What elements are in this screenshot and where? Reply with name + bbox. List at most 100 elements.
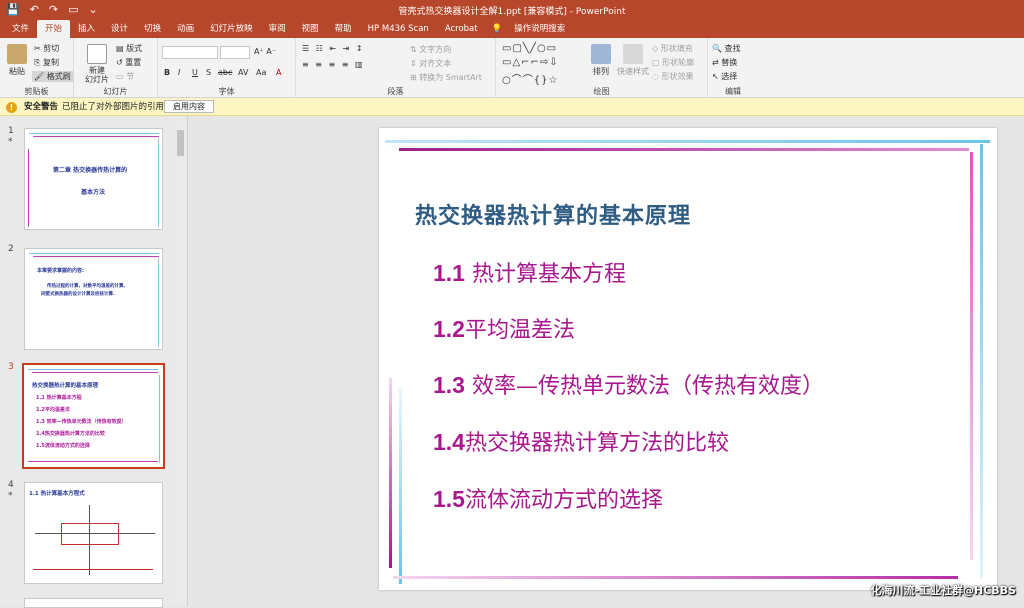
thumb-2-body: 传热过程的计算，对数平均温差的计算,: [47, 284, 126, 289]
underline-button[interactable]: U: [192, 68, 198, 77]
select-button[interactable]: ↖ 选择: [712, 71, 737, 82]
paste-button[interactable]: 粘贴: [4, 44, 30, 77]
decor-line-left-blue: [399, 388, 402, 584]
enable-content-button[interactable]: 启用内容: [164, 100, 214, 113]
group-label-editing: 编辑: [725, 87, 741, 96]
ribbon-tabs: 文件 开始 插入 设计 切换 动画 幻灯片放映 审阅 视图 帮助 HP M436…: [0, 20, 1024, 38]
text-direction-button[interactable]: ⇅ 文字方向: [410, 44, 451, 55]
shape-fill-button[interactable]: ◇ 形状填充: [652, 43, 693, 54]
tab-slideshow[interactable]: 幻灯片放映: [202, 20, 261, 38]
shapes-gallery[interactable]: ▭▢╲╱○▭: [502, 43, 557, 54]
group-label-slides: 幻灯片: [103, 87, 128, 96]
smartart-button[interactable]: ⊞ 转换为 SmartArt: [410, 72, 482, 83]
slide-thumbnail-3-selected[interactable]: 热交换器热计算的基本原理 1.1 热计算基本方程 1.2平均温差法 1.3 效率…: [22, 363, 165, 469]
find-button[interactable]: 🔍 查找: [712, 43, 741, 54]
tab-home[interactable]: 开始: [37, 20, 71, 38]
change-case-button[interactable]: Aa: [256, 68, 266, 77]
paste-icon: [7, 44, 27, 64]
slide-canvas[interactable]: 热交换器热计算的基本原理 1.1 热计算基本方程 1.2平均温差法 1.3 效率…: [379, 128, 997, 590]
reset-button[interactable]: ↺ 重置: [116, 57, 141, 68]
quick-styles-icon: [623, 44, 643, 64]
thumb-3-item-5: 1.5流体流动方式的选择: [36, 443, 90, 449]
thumb-3-item-2: 1.2平均温差法: [36, 407, 70, 413]
slide-thumbnail-1[interactable]: 第二章 热交换器传热计算的 基本方法: [24, 128, 163, 230]
scrollbar-thumb[interactable]: [177, 130, 184, 156]
tab-animations[interactable]: 动画: [169, 20, 202, 38]
tab-file[interactable]: 文件: [4, 20, 37, 38]
thumb-star-1: *: [8, 137, 13, 147]
slide-title: 热交换器热计算的基本原理: [415, 203, 692, 229]
bullets-icon[interactable]: ☰ ☷ ⇤ ⇥ ↕: [302, 44, 365, 53]
char-spacing-button[interactable]: AV: [238, 68, 248, 77]
tab-insert[interactable]: 插入: [70, 20, 103, 38]
thumb-3-item-3: 1.3 效率—传热单元数法（传热有效度）: [36, 419, 127, 425]
lightbulb-icon: 💡: [491, 24, 503, 34]
shapes-gallery-row3[interactable]: ○⌒⌒{}☆: [502, 71, 558, 86]
security-title: 安全警告: [24, 102, 59, 112]
group-drawing: ▭▢╲╱○▭ ▭△⌐⌐⇨⇩ ○⌒⌒{}☆ 排列 快速样式 ◇ 形状填充 ▢ 形状…: [496, 38, 708, 98]
tab-view[interactable]: 视图: [294, 20, 327, 38]
tab-review[interactable]: 审阅: [261, 20, 294, 38]
font-size-select[interactable]: [220, 46, 250, 59]
arrange-icon: [591, 44, 611, 64]
thumb-4-title: 1.1 热计算基本方程式: [29, 491, 85, 497]
strikethrough-button[interactable]: abc: [218, 68, 232, 77]
align-icons[interactable]: ≡ ≡ ≡ ≡ ▥: [302, 60, 365, 69]
group-label-drawing: 绘图: [593, 87, 610, 96]
decor-line-right-pink: [970, 152, 973, 560]
slide-thumbnail-2[interactable]: 本章要求掌握的内容: 传热过程的计算，对数平均温差的计算, 间壁式换热器的设计计…: [24, 248, 163, 350]
group-slides: 新建 幻灯片 ▤ 版式 ↺ 重置 ▭ 节 幻灯片: [74, 38, 158, 98]
replace-button[interactable]: ⇄ 替换: [712, 57, 737, 68]
slide-thumbnail-5[interactable]: [24, 598, 163, 608]
tab-acrobat[interactable]: Acrobat: [437, 20, 486, 38]
tab-design[interactable]: 设计: [103, 20, 136, 38]
italic-button[interactable]: I: [178, 68, 180, 77]
group-editing: 🔍 查找 ⇄ 替换 ↖ 选择 编辑: [708, 38, 758, 98]
group-label-clipboard: 剪贴板: [24, 87, 49, 96]
tab-help[interactable]: 帮助: [327, 20, 360, 38]
grow-font-icon[interactable]: A⁺ A⁻: [254, 47, 276, 56]
format-painter-button[interactable]: 🖌 格式刷: [32, 71, 73, 82]
shapes-gallery-row2[interactable]: ▭△⌐⌐⇨⇩: [502, 57, 559, 68]
group-label-font: 字体: [218, 87, 235, 96]
group-label-paragraph: 段落: [387, 87, 404, 96]
section-button[interactable]: ▭ 节: [116, 71, 134, 82]
decor-line-top-blue: [385, 140, 990, 143]
font-color-button[interactable]: A: [276, 68, 281, 77]
font-family-select[interactable]: [162, 46, 218, 59]
shadow-button[interactable]: S: [206, 68, 211, 77]
copy-button[interactable]: ⎘ 复制: [34, 57, 59, 68]
shape-effects-button[interactable]: ◌ 形状效果: [652, 71, 694, 82]
tell-me-search[interactable]: 操作说明搜索: [508, 20, 571, 38]
arrange-button[interactable]: 排列: [588, 44, 614, 77]
decor-line-bottom-pink: [393, 576, 958, 579]
tab-transitions[interactable]: 切换: [136, 20, 169, 38]
thumb-2-body2: 间壁式换热器的设计计算及校核计算.: [41, 292, 115, 297]
cut-button[interactable]: ✂ 剪切: [34, 43, 59, 54]
slide-item-2: 1.2平均温差法: [433, 316, 575, 343]
slide-item-3: 1.3 效率—传热单元数法（传热有效度）: [433, 372, 824, 399]
tab-hp-scan[interactable]: HP M436 Scan: [360, 20, 437, 38]
watermark-text: 化海川流-工业社群@HCBBS: [870, 584, 1016, 597]
slide-thumbnail-4[interactable]: 1.1 热计算基本方程式: [24, 482, 163, 584]
quick-styles-button[interactable]: 快速样式: [616, 44, 650, 77]
ribbon: 粘贴 ✂ 剪切 ⎘ 复制 🖌 格式刷 剪贴板 新建 幻灯片 ▤ 版式 ↺ 重置 …: [0, 38, 1024, 98]
new-slide-button[interactable]: 新建 幻灯片: [80, 44, 114, 84]
decor-line-left-pink: [389, 378, 392, 568]
thumbnail-scrollbar[interactable]: [176, 120, 185, 604]
slide-item-5: 1.5流体流动方式的选择: [433, 486, 663, 513]
thumb-3-title: 热交换器热计算的基本原理: [32, 383, 99, 389]
group-font: A⁺ A⁻ B I U S abc AV Aa A 字体: [158, 38, 296, 98]
decor-line-top-pink: [399, 148, 969, 151]
thumb-number-4: 4: [8, 480, 14, 490]
align-text-button[interactable]: ⇕ 对齐文本: [410, 58, 451, 69]
bold-button[interactable]: B: [164, 68, 170, 77]
layout-button[interactable]: ▤ 版式: [116, 43, 142, 54]
new-slide-icon: [87, 44, 107, 64]
thumb-number-1: 1: [8, 126, 14, 136]
slide-item-1: 1.1 热计算基本方程: [433, 260, 626, 287]
title-bar: 💾 ↶ ↷ ▭ ⌄ 管壳式热交换器设计全解1.ppt [兼容模式] - Powe…: [0, 0, 1024, 20]
decor-line-right-blue: [980, 144, 983, 578]
shape-outline-button[interactable]: ▢ 形状轮廓: [652, 57, 694, 68]
thumb-number-3: 3: [8, 362, 14, 372]
